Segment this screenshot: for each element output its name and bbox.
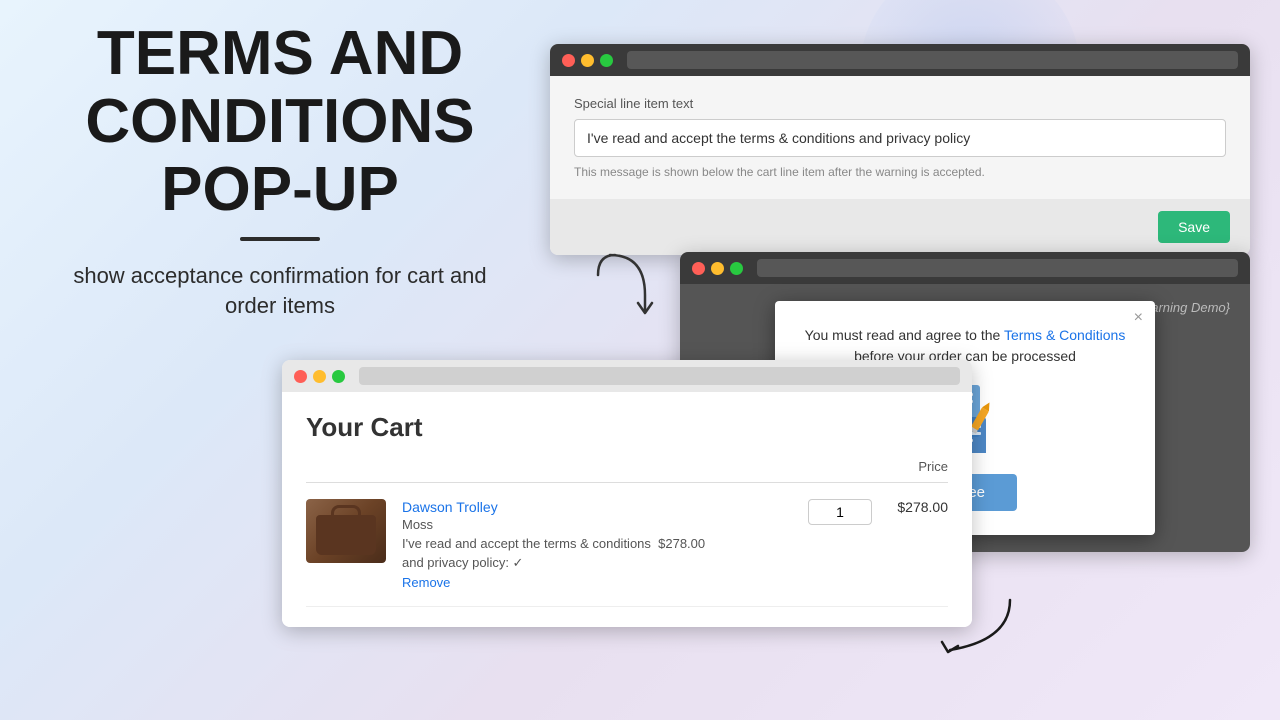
settings-footer: Save — [550, 199, 1250, 255]
cart-titlebar — [282, 360, 972, 392]
product-variant: Moss — [402, 517, 792, 532]
title-line1: TERMS AND — [40, 20, 520, 88]
title-line2: CONDITIONS — [40, 88, 520, 156]
popup-address-bar — [757, 259, 1238, 277]
popup-close-dot[interactable] — [692, 262, 705, 275]
product-note: I've read and accept the terms & conditi… — [402, 536, 792, 551]
left-panel: TERMS AND CONDITIONS POP-UP show accepta… — [40, 20, 520, 322]
save-button[interactable]: Save — [1158, 211, 1230, 243]
remove-link[interactable]: Remove — [402, 575, 792, 590]
quantity-input[interactable] — [808, 499, 872, 525]
cart-minimize-dot[interactable] — [313, 370, 326, 383]
cart-window: Your Cart Price Dawson Trolley Moss I've… — [282, 360, 972, 627]
product-image — [306, 499, 386, 563]
main-title: TERMS AND CONDITIONS POP-UP — [40, 20, 520, 225]
bag-shape — [316, 515, 376, 555]
minimize-dot[interactable] — [581, 54, 594, 67]
close-dot[interactable] — [562, 54, 575, 67]
popup-maximize-dot[interactable] — [730, 262, 743, 275]
cart-browser-content: Your Cart Price Dawson Trolley Moss I've… — [282, 392, 972, 627]
price-header: Price — [918, 459, 948, 474]
settings-window: Special line item text This message is s… — [550, 44, 1250, 255]
modal-close-button[interactable]: × — [1134, 309, 1143, 327]
title-underline — [240, 237, 320, 241]
terms-link[interactable]: Terms & Conditions — [1004, 327, 1125, 343]
settings-titlebar — [550, 44, 1250, 76]
settings-content: Special line item text This message is s… — [550, 76, 1250, 199]
cart-table-header: Price — [306, 459, 948, 483]
cart-row: Dawson Trolley Moss I've read and accept… — [306, 483, 948, 607]
product-price-inline: $278.00 — [658, 536, 705, 551]
cart-close-dot[interactable] — [294, 370, 307, 383]
address-bar — [627, 51, 1238, 69]
settings-hint: This message is shown below the cart lin… — [574, 165, 1226, 179]
popup-titlebar — [680, 252, 1250, 284]
modal-message-before: You must read and agree to the — [805, 327, 1004, 343]
line-price: $278.00 — [888, 499, 948, 515]
product-name[interactable]: Dawson Trolley — [402, 499, 792, 515]
settings-input[interactable] — [574, 119, 1226, 157]
cart-maximize-dot[interactable] — [332, 370, 345, 383]
arrow-annotation-1 — [590, 245, 670, 325]
cart-title: Your Cart — [306, 412, 948, 443]
cart-details: Dawson Trolley Moss I've read and accept… — [402, 499, 792, 590]
cart-address-bar — [359, 367, 960, 385]
maximize-dot[interactable] — [600, 54, 613, 67]
product-note-text: I've read and accept the terms & conditi… — [402, 536, 651, 551]
settings-label: Special line item text — [574, 96, 1226, 111]
title-line3: POP-UP — [40, 156, 520, 224]
subtitle-text: show acceptance confirmation for cart an… — [70, 261, 490, 323]
popup-minimize-dot[interactable] — [711, 262, 724, 275]
product-note2: and privacy policy: ✓ — [402, 555, 792, 571]
